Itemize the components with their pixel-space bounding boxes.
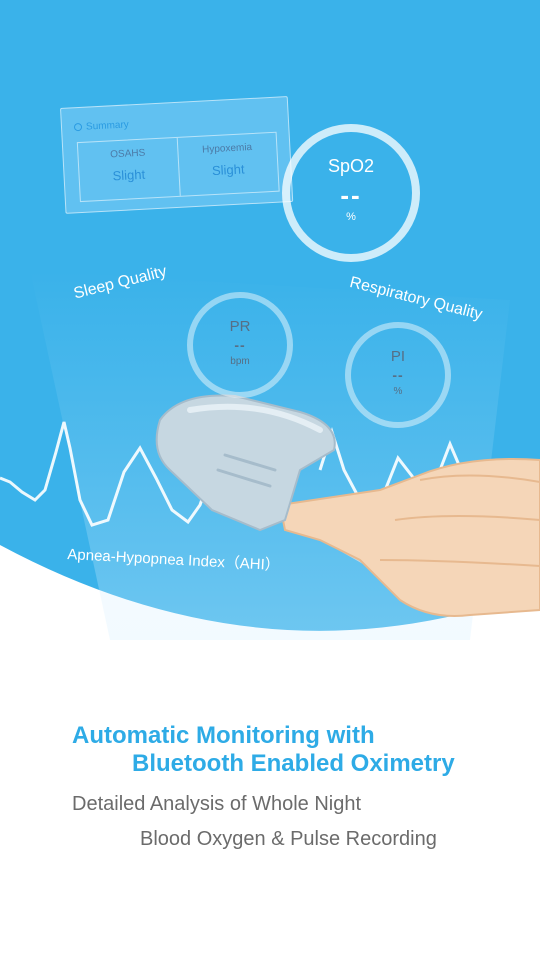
summary-dot-icon (73, 123, 83, 132)
summary-card: Summary OSAHS Slight Hypoxemia Slight (60, 96, 294, 214)
headline-line-1: Automatic Monitoring with (72, 722, 375, 749)
spo2-label: SpO2 (327, 156, 375, 176)
summary-col-header: Hypoxemia (201, 142, 253, 156)
pi-unit: % (393, 386, 403, 397)
headline-line-2: Bluetooth Enabled Oximetry (132, 750, 455, 777)
subtitle-line-1: Detailed Analysis of Whole Night (72, 793, 362, 815)
pr-gauge: PR -- bpm (187, 292, 293, 398)
subtitle-line-2: Blood Oxygen & Pulse Recording (140, 828, 437, 850)
summary-col-header: OSAHS (109, 147, 146, 161)
summary-table: OSAHS Slight Hypoxemia Slight (76, 131, 280, 203)
summary-col-value: Slight (211, 161, 245, 179)
spo2-value: -- (340, 180, 362, 210)
pr-label: PR (229, 318, 251, 335)
summary-col-osahs: OSAHS Slight (78, 138, 179, 201)
pi-value: -- (392, 367, 404, 383)
summary-title: Summary (73, 119, 130, 133)
pi-label: PI (390, 348, 406, 365)
pr-value: -- (234, 337, 246, 353)
spo2-unit: % (346, 211, 356, 223)
summary-title-text: Summary (85, 119, 130, 133)
spo2-gauge: SpO2 -- % (282, 124, 420, 262)
hero-illustration: Summary OSAHS Slight Hypoxemia Slight Sp… (0, 0, 540, 640)
pr-unit: bpm (230, 356, 250, 367)
summary-col-hypoxemia: Hypoxemia Slight (176, 132, 279, 196)
summary-col-value: Slight (112, 166, 146, 184)
pi-gauge: PI -- % (345, 322, 451, 428)
